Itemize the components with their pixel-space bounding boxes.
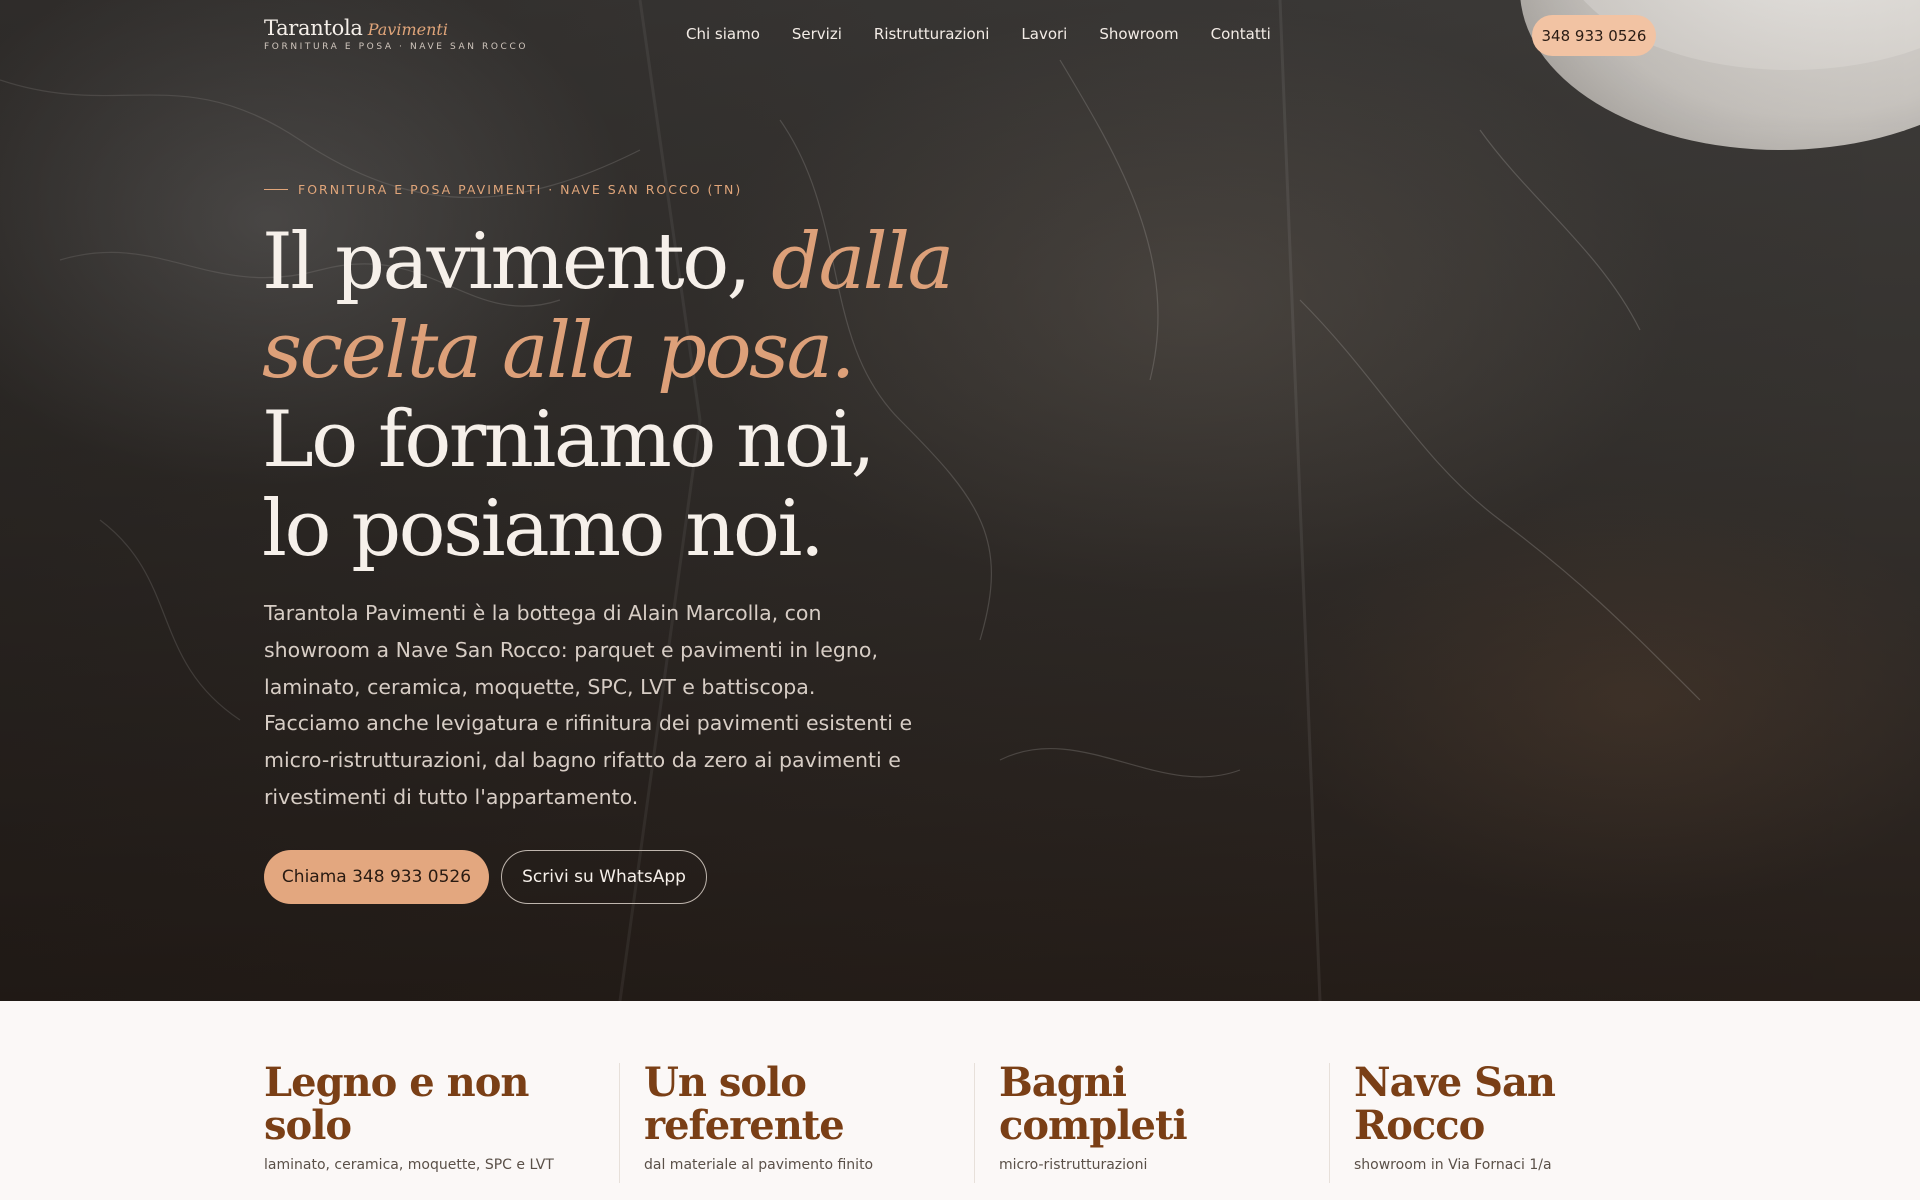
nav-link-contatti[interactable]: Contatti	[1211, 25, 1271, 43]
nav-link-lavori[interactable]: Lavori	[1021, 25, 1067, 43]
phone-button[interactable]: 348 933 0526	[1532, 15, 1656, 56]
highlight-subtitle: micro-ristrutturazioni	[999, 1157, 1148, 1173]
brand-tagline: FORNITURA E POSA · NAVE SAN ROCCO	[264, 42, 529, 52]
call-button[interactable]: Chiama 348 933 0526	[264, 850, 489, 904]
highlight-item: Bagni completi micro-ristrutturazioni	[999, 1061, 1319, 1173]
nav-link-showroom[interactable]: Showroom	[1099, 25, 1178, 43]
highlight-item: Un solo referente dal materiale al pavim…	[644, 1061, 964, 1173]
nav-link-servizi[interactable]: Servizi	[792, 25, 842, 43]
highlight-title: Bagni completi	[999, 1059, 1188, 1149]
highlight-subtitle: laminato, ceramica, moquette, SPC e LVT	[264, 1157, 554, 1173]
divider	[974, 1063, 975, 1183]
divider	[1329, 1063, 1330, 1183]
highlight-item: Nave San Rocco showroom in Via Fornaci 1…	[1354, 1061, 1674, 1173]
brand-logo[interactable]: Tarantola Pavimenti FORNITURA E POSA · N…	[264, 16, 528, 52]
hero-eyebrow: FORNITURA E POSA PAVIMENTI · NAVE SAN RO…	[264, 182, 742, 197]
nav-link-chi-siamo[interactable]: Chi siamo	[686, 25, 760, 43]
highlights-strip: Legno e non solo laminato, ceramica, moq…	[0, 1001, 1920, 1200]
headline-lead: Il pavimento,	[262, 217, 772, 307]
brand-name: Tarantola	[264, 16, 363, 40]
eyebrow-line	[264, 189, 288, 190]
nav-link-ristrutturazioni[interactable]: Ristrutturazioni	[874, 25, 989, 43]
highlight-item: Legno e non solo laminato, ceramica, moq…	[264, 1061, 584, 1173]
highlight-subtitle: dal materiale al pavimento finito	[644, 1157, 874, 1173]
brand-accent: Pavimenti	[367, 20, 448, 39]
divider	[619, 1063, 620, 1183]
highlight-subtitle: showroom in Via Fornaci 1/a	[1354, 1157, 1552, 1173]
hero-description: Tarantola Pavimenti è la bottega di Alai…	[264, 601, 913, 809]
hero-section: Tarantola Pavimenti FORNITURA E POSA · N…	[0, 0, 1920, 1001]
eyebrow-text: FORNITURA E POSA PAVIMENTI · NAVE SAN RO…	[298, 182, 743, 197]
headline-tail: Lo forniamo noi, lo posiamo noi.	[262, 395, 876, 574]
main-menu: Chi siamo Servizi Ristrutturazioni Lavor…	[686, 25, 1271, 43]
highlight-title: Nave San Rocco	[1354, 1059, 1556, 1149]
highlight-title: Un solo referente	[644, 1059, 845, 1149]
whatsapp-button[interactable]: Scrivi su WhatsApp	[501, 850, 707, 904]
top-navigation: Tarantola Pavimenti FORNITURA E POSA · N…	[0, 0, 1920, 70]
hero-headline: Il pavimento, dalla scelta alla posa. Lo …	[262, 218, 962, 574]
highlight-title: Legno e non solo	[264, 1059, 529, 1149]
